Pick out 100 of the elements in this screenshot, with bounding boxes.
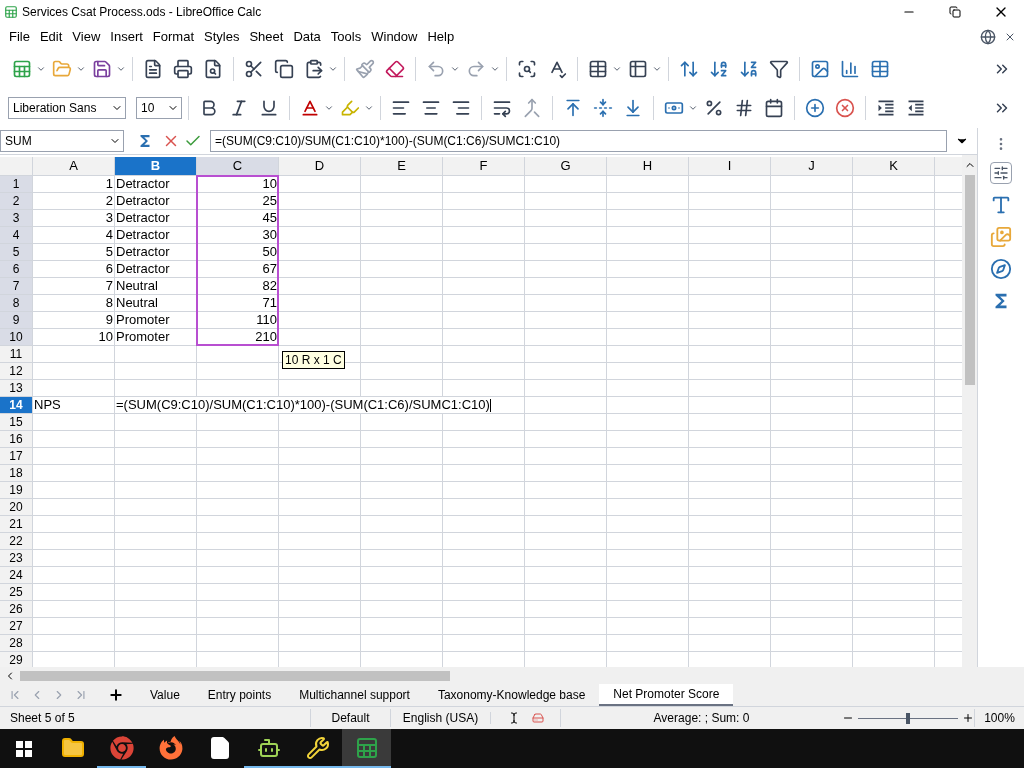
dropdown-caret-icon[interactable] [76, 64, 86, 74]
properties-icon[interactable] [990, 162, 1012, 184]
cut-icon [244, 59, 264, 79]
dropdown-caret-icon[interactable] [116, 64, 126, 74]
dropdown-caret-icon[interactable] [688, 103, 698, 113]
menu-item[interactable]: Tools [325, 27, 367, 47]
underline-icon [259, 98, 279, 118]
dropdown-caret-icon[interactable] [450, 64, 460, 74]
language: English (USA) [390, 709, 490, 727]
row-header[interactable]: 8 [0, 295, 33, 311]
row-header[interactable]: 9 [0, 312, 33, 328]
name-box[interactable]: SUM [0, 130, 124, 152]
dropdown-caret-icon[interactable] [324, 103, 334, 113]
menu-item[interactable]: Edit [34, 27, 68, 47]
save-icon [92, 59, 112, 79]
paste-icon [304, 59, 324, 79]
row-header[interactable]: 7 [0, 278, 33, 294]
row-header[interactable]: 29 [0, 652, 33, 667]
italic-icon [229, 98, 249, 118]
row-header[interactable]: 27 [0, 618, 33, 634]
row-header[interactable]: 12 [0, 363, 33, 379]
sheet-tab[interactable]: Value [136, 684, 194, 706]
merge-cells-icon [522, 98, 542, 118]
row-header[interactable]: 14 [0, 397, 33, 413]
sheet-tab[interactable]: Multichannel support [285, 684, 424, 706]
copy-icon [274, 59, 294, 79]
formula-input-field[interactable]: =(SUM(C9:C10)/SUM(C1:C10)*100)-(SUM(C1:C6)/SUMC1:C10) [210, 130, 947, 152]
menu-item[interactable]: Styles [199, 27, 245, 47]
row-header[interactable]: 1 [0, 176, 33, 192]
row-header[interactable]: 10 [0, 329, 33, 345]
align-middle-icon [593, 98, 613, 118]
menu-item[interactable]: View [67, 27, 106, 47]
print-preview-icon [203, 59, 223, 79]
dropdown-caret-icon[interactable] [652, 64, 662, 74]
row-header[interactable]: 19 [0, 482, 33, 498]
row-header[interactable]: 26 [0, 601, 33, 617]
menu-item[interactable]: Format [147, 27, 199, 47]
menu-item[interactable]: Sheet [244, 27, 289, 47]
dropdown-caret-icon[interactable] [328, 64, 338, 74]
spreadsheet-icon [354, 735, 379, 760]
row-header[interactable]: 3 [0, 210, 33, 226]
row-header[interactable]: 22 [0, 533, 33, 549]
font-size-field[interactable]: 10 [136, 97, 182, 119]
dropdown-caret-icon[interactable] [364, 103, 374, 113]
row-icon [588, 59, 608, 79]
sort-descending-icon [739, 59, 759, 79]
sheet-tab[interactable]: Entry points [193, 684, 286, 706]
tooltip: 10 R x 1 C [282, 351, 345, 369]
row-header[interactable]: 16 [0, 431, 33, 447]
number-format-icon [734, 98, 754, 118]
new-spreadsheet-icon [12, 59, 32, 79]
dropdown-caret-icon[interactable] [490, 64, 500, 74]
styles-icon[interactable] [990, 194, 1012, 216]
zoom-slider[interactable] [858, 712, 958, 724]
align-right-icon [451, 98, 471, 118]
row-header[interactable]: 21 [0, 516, 33, 532]
column-header[interactable]: B [115, 157, 197, 175]
row-header[interactable]: 28 [0, 635, 33, 651]
column-header[interactable]: C [197, 157, 279, 175]
windows-logo-icon [16, 740, 32, 757]
vertical-scrollbar[interactable] [962, 155, 977, 667]
menu-item[interactable]: Data [288, 27, 326, 47]
menu-item[interactable]: File [4, 27, 35, 47]
sheet-tab[interactable]: Net Promoter Score [599, 684, 734, 706]
row-header[interactable]: 2 [0, 193, 33, 209]
page-style: Default [310, 709, 390, 727]
sheet-tab[interactable]: Taxonomy-Knowledge base [423, 684, 600, 706]
row-header[interactable]: 4 [0, 227, 33, 243]
close-document-icon[interactable] [1004, 31, 1016, 43]
dropdown-caret-icon[interactable] [612, 64, 622, 74]
insert-image-icon [810, 59, 830, 79]
clone-formatting-icon [355, 59, 375, 79]
row-header[interactable]: 11 [0, 346, 33, 362]
menu-item[interactable]: Help [422, 27, 460, 47]
decrease-indent-icon [906, 98, 926, 118]
row-header[interactable]: 23 [0, 550, 33, 566]
dropdown-caret-icon[interactable] [36, 64, 46, 74]
globe-icon[interactable] [980, 29, 996, 45]
selection-summary: Average: ; Sum: 0 [560, 709, 842, 727]
row-header[interactable]: 24 [0, 567, 33, 583]
row-header[interactable]: 18 [0, 465, 33, 481]
undo-icon [426, 59, 446, 79]
menu-item[interactable]: Window [366, 27, 423, 47]
zoom-slider-thumb[interactable] [906, 712, 910, 724]
highlight-icon [340, 98, 360, 118]
row-header[interactable]: 15 [0, 414, 33, 430]
delete-decimal-icon [835, 98, 855, 118]
navigator-icon[interactable] [990, 258, 1012, 280]
font-name-field[interactable]: Liberation Sans [8, 97, 126, 119]
row-header[interactable]: 5 [0, 244, 33, 260]
row-header[interactable]: 25 [0, 584, 33, 600]
horizontal-scrollbar[interactable] [0, 667, 1024, 684]
row-header[interactable]: 6 [0, 261, 33, 277]
add-sheet-icon[interactable] [108, 687, 124, 703]
row-header[interactable]: 17 [0, 448, 33, 464]
zoom-in-icon[interactable] [962, 712, 974, 724]
row-header[interactable]: 13 [0, 380, 33, 396]
menu-item[interactable]: Insert [105, 27, 148, 47]
print-icon [173, 59, 193, 79]
row-header[interactable]: 20 [0, 499, 33, 515]
